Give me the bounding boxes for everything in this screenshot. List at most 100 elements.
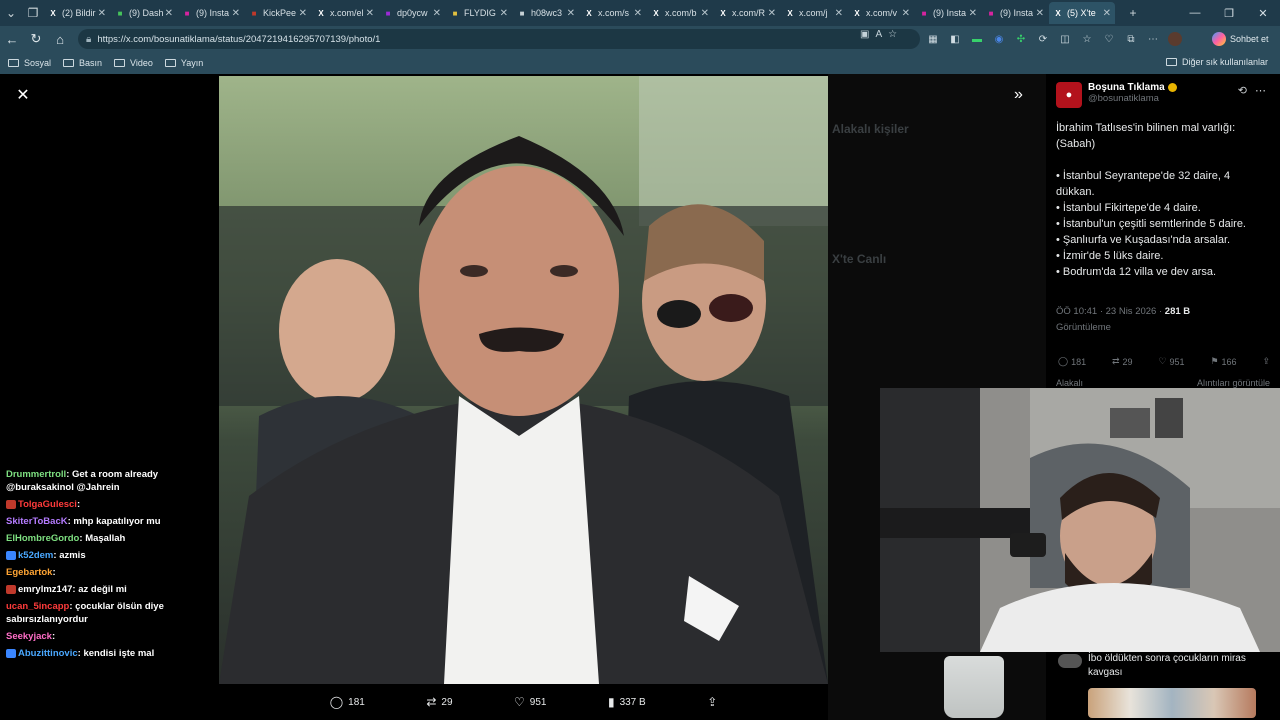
- bookmark-folder[interactable]: Basın: [63, 58, 102, 68]
- extension-2-icon[interactable]: ◧: [946, 29, 964, 49]
- tab-close-icon[interactable]: ✕: [634, 8, 642, 19]
- tab-close-icon[interactable]: ✕: [567, 8, 575, 19]
- tab-close-icon[interactable]: ✕: [969, 8, 977, 19]
- tab-close-icon[interactable]: ✕: [165, 8, 173, 19]
- tab-close-icon[interactable]: ✕: [701, 8, 709, 19]
- browser-tab[interactable]: ■ h08wc3 ✕: [513, 2, 579, 24]
- browser-tab[interactable]: ■ KickPee ✕: [245, 2, 311, 24]
- author-avatar[interactable]: ●: [1056, 82, 1082, 108]
- tab-relevant[interactable]: Alakalı: [1056, 378, 1083, 388]
- profile-avatar[interactable]: [1166, 29, 1184, 49]
- tweet-repost-button[interactable]: ⇄ 29: [1112, 356, 1133, 367]
- tab-close-icon[interactable]: ✕: [299, 8, 307, 19]
- copilot-chat-button[interactable]: Sohbet et: [1212, 29, 1269, 49]
- tweet-reply-button[interactable]: ◯ 181: [1058, 356, 1086, 367]
- bookmark-folder[interactable]: Video: [114, 58, 153, 68]
- grok-icon[interactable]: ⟲: [1238, 84, 1247, 97]
- chat-username[interactable]: Drummertroll: [6, 469, 66, 480]
- tweet-share-button[interactable]: ⇪: [1262, 356, 1270, 367]
- expand-panel-icon[interactable]: »: [1014, 86, 1023, 104]
- other-favorites-button[interactable]: Diğer sık kullanılanlar: [1165, 57, 1268, 67]
- extension-4-icon[interactable]: ◉: [990, 29, 1008, 49]
- more-menu-icon[interactable]: ⋯: [1144, 29, 1162, 49]
- tweet-bookmark-button[interactable]: ⚑ 166: [1210, 356, 1236, 367]
- bookmark-folder[interactable]: Yayın: [164, 58, 203, 68]
- tab-close-icon[interactable]: ✕: [1036, 8, 1044, 19]
- close-viewer-icon[interactable]: ✕: [14, 86, 32, 104]
- chat-username[interactable]: emrylmz147: [18, 584, 72, 595]
- tab-close-icon[interactable]: ✕: [232, 8, 240, 19]
- browser-tab[interactable]: Xx.com/v ✕: [848, 2, 914, 24]
- tweet-more-icon[interactable]: ⋯: [1255, 84, 1266, 97]
- browser-tab[interactable]: Xx.com/j ✕: [781, 2, 847, 24]
- share-button[interactable]: ⇪: [707, 695, 717, 709]
- back-arrow-icon[interactable]: ←: [0, 27, 24, 51]
- views-button[interactable]: ▮ 337 B: [608, 695, 646, 709]
- tab-close-icon[interactable]: ✕: [902, 8, 910, 19]
- bookmark-label: Sosyal: [24, 58, 52, 68]
- chat-username[interactable]: Egebartok: [6, 567, 52, 578]
- minimize-icon[interactable]: —: [1178, 0, 1212, 26]
- favorite-star-icon[interactable]: ☆: [888, 29, 897, 40]
- tab-close-icon[interactable]: ✕: [1103, 8, 1111, 19]
- tweet-timestamp[interactable]: ÖÖ 10:41 · 23 Nis 2026 ·: [1056, 306, 1165, 317]
- tab-close-icon[interactable]: ✕: [768, 8, 776, 19]
- related-thumbnails[interactable]: [1088, 688, 1256, 718]
- app-available-icon[interactable]: ▣: [860, 29, 869, 40]
- chat-username[interactable]: k52dem: [18, 550, 53, 561]
- chat-username[interactable]: ucan_5incapp: [6, 601, 69, 612]
- chat-username[interactable]: TolgaGulesci: [18, 499, 77, 510]
- close-window-icon[interactable]: ✕: [1246, 0, 1280, 26]
- url-input[interactable]: 🔒︎ https://x.com/bosunatiklama/status/20…: [78, 29, 920, 49]
- browser-tab[interactable]: ■ (9) Insta ✕: [915, 2, 981, 24]
- new-tab-plus-icon[interactable]: +: [1122, 2, 1144, 24]
- favorites-icon[interactable]: ☆: [1078, 29, 1096, 49]
- bookmark-folder[interactable]: Sosyal: [8, 58, 51, 68]
- browser-tab[interactable]: X (5) X'te ✕: [1049, 2, 1115, 24]
- browser-essentials-icon[interactable]: ♡: [1100, 29, 1118, 49]
- browser-tab[interactable]: Xx.com/b ✕: [647, 2, 713, 24]
- extension-3-icon[interactable]: ▬: [968, 29, 986, 49]
- collections-icon[interactable]: ⧉: [1122, 29, 1140, 49]
- extension-1-icon[interactable]: ▦: [924, 29, 942, 49]
- tab-close-icon[interactable]: ✕: [98, 8, 106, 19]
- chat-username[interactable]: ElHombreGordo: [6, 533, 79, 544]
- tweet-photo[interactable]: [219, 76, 828, 684]
- author-name-row[interactable]: Boşuna Tıklama: [1088, 82, 1177, 93]
- split-screen-icon[interactable]: ◫: [1056, 29, 1074, 49]
- tab-close-icon[interactable]: ✕: [433, 8, 441, 19]
- reply-button[interactable]: ◯ 181: [330, 695, 365, 709]
- verified-badge-icon: [1167, 83, 1177, 92]
- repost-button[interactable]: ⇄ 29: [426, 695, 452, 709]
- refresh-icon[interactable]: ↻: [24, 27, 48, 51]
- browser-tab[interactable]: ■ dp0ycw ✕: [379, 2, 445, 24]
- browser-tab[interactable]: Xx.com/s ✕: [580, 2, 646, 24]
- chat-username[interactable]: SkiterToBacK: [6, 516, 68, 527]
- browser-tab[interactable]: X (2) Bildir ✕: [44, 2, 110, 24]
- tweet-list-item: • İstanbul Fikirtepe'de 4 daire.: [1056, 202, 1201, 214]
- extension-5-icon[interactable]: ✣: [1012, 29, 1030, 49]
- browser-tab[interactable]: Xx.com/el ✕: [312, 2, 378, 24]
- browser-tab[interactable]: ■ (9) Insta ✕: [982, 2, 1048, 24]
- like-button[interactable]: ♡ 951: [514, 695, 546, 709]
- chat-username[interactable]: Abuzittinovic: [18, 648, 78, 659]
- tab-view-quotes[interactable]: Alıntıları görüntüle: [1197, 378, 1270, 388]
- tab-close-icon[interactable]: ✕: [500, 8, 508, 19]
- related-item[interactable]: İbo öldükten sonra çocukların miras kavg…: [1058, 652, 1278, 680]
- author-handle[interactable]: @bosunatiklama: [1088, 93, 1177, 104]
- tab-close-icon[interactable]: ✕: [366, 8, 374, 19]
- browser-tab[interactable]: ■ FLYDIG ✕: [446, 2, 512, 24]
- read-aloud-icon[interactable]: A: [875, 29, 882, 40]
- page-content: ✕ Alakalı kişiler X'te Canlı » ◯ 181 ⇄ 2…: [0, 74, 1280, 720]
- workspaces-icon[interactable]: ❐: [22, 2, 44, 24]
- browser-tab[interactable]: Xx.com/R ✕: [714, 2, 780, 24]
- home-icon[interactable]: ⌂: [48, 27, 72, 51]
- maximize-icon[interactable]: ❐: [1212, 0, 1246, 26]
- browser-tab[interactable]: ■ (9) Insta ✕: [178, 2, 244, 24]
- browser-tab[interactable]: ■ (9) Dash ✕: [111, 2, 177, 24]
- tab-close-icon[interactable]: ✕: [835, 8, 843, 19]
- tweet-like-button[interactable]: ♡ 951: [1158, 356, 1184, 367]
- chat-username[interactable]: Seekyjack: [6, 631, 52, 642]
- tab-list-chevron-icon[interactable]: ⌄: [0, 2, 22, 24]
- sync-icon[interactable]: ⟳: [1034, 29, 1052, 49]
